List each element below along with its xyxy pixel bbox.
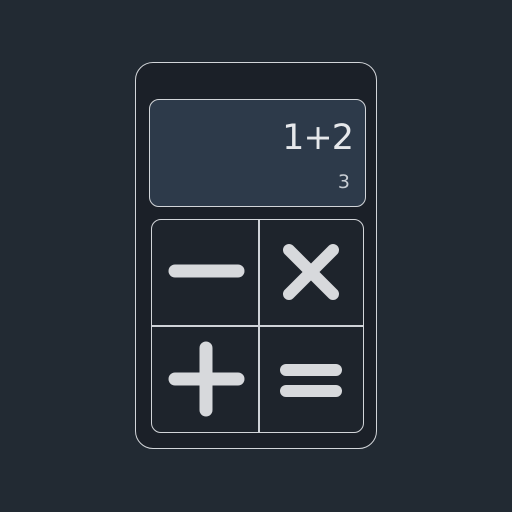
minus-button[interactable]: − [152,220,258,326]
multiply-button[interactable]: × [258,220,363,326]
plus-button[interactable]: + [152,326,258,432]
result-text: 3 [337,171,350,193]
plus-icon [168,341,245,417]
equals-button[interactable]: = [258,326,363,432]
expression-text: 1+2 [282,118,354,158]
equals-icon [280,364,342,397]
operator-keypad: − × + = [151,219,364,433]
multiply-icon [283,244,339,300]
calculator-display: 1+2 3 [149,99,366,207]
app-canvas: 1+2 3 − × + [0,0,512,512]
keypad-horizontal-divider [152,325,363,327]
calculator-device: 1+2 3 − × + [135,62,377,449]
minus-icon [168,264,245,278]
